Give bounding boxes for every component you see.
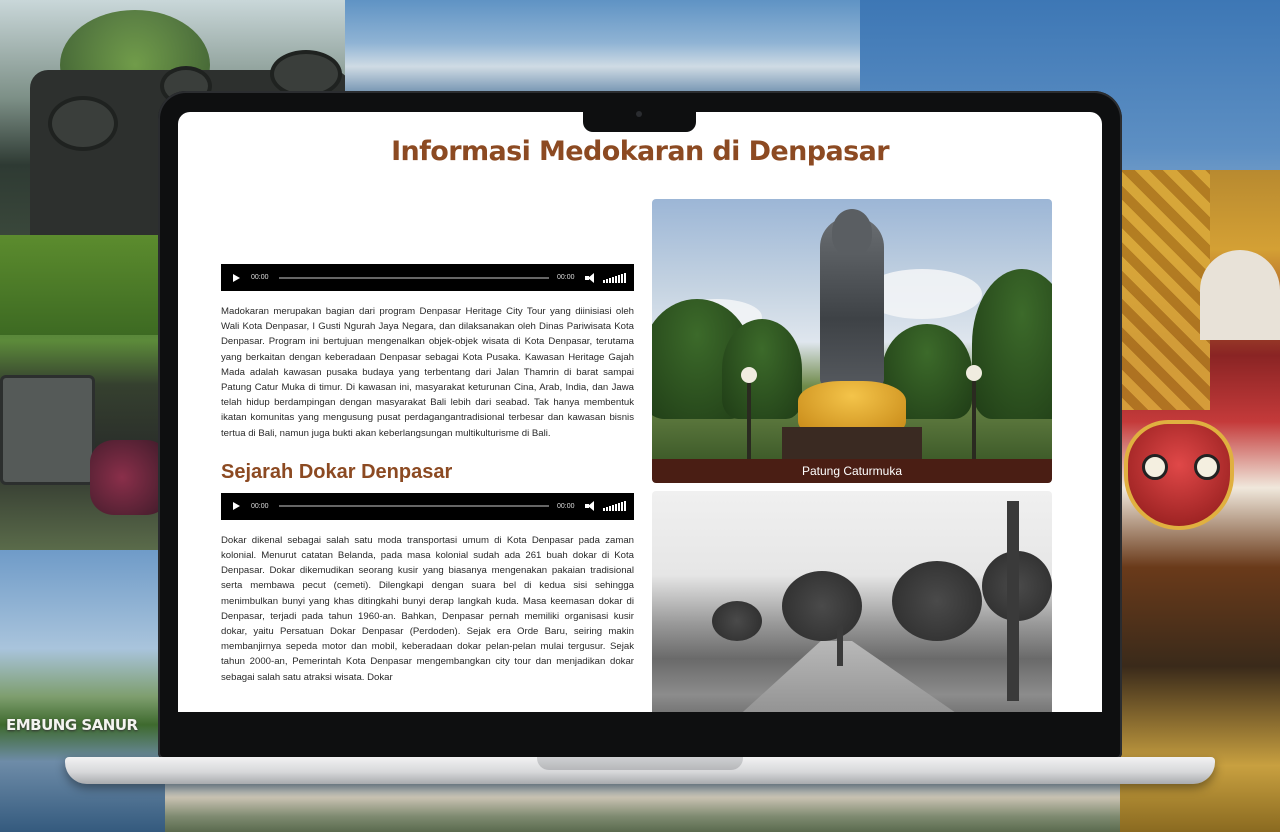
seek-bar[interactable] bbox=[279, 276, 549, 279]
audio-player[interactable]: 00:00 00:00 bbox=[221, 264, 634, 291]
seek-bar[interactable] bbox=[279, 505, 549, 508]
caturmuka-statue-photo bbox=[652, 199, 1052, 459]
image-column: Patung Caturmuka bbox=[652, 199, 1052, 712]
background-tent bbox=[1200, 250, 1280, 340]
tree bbox=[892, 561, 982, 641]
background-lake-photo: EMBUNG SANUR bbox=[0, 550, 165, 832]
background-barong-photo bbox=[1120, 170, 1280, 832]
duration: 00:00 bbox=[557, 274, 575, 281]
current-time: 00:00 bbox=[251, 274, 269, 281]
street bbox=[722, 641, 982, 712]
tree bbox=[782, 571, 862, 641]
intro-paragraph: Madokaran merupakan bagian dari program … bbox=[221, 306, 634, 439]
laptop-base-lip bbox=[537, 757, 743, 770]
tree bbox=[712, 601, 762, 641]
tree-trunk bbox=[1007, 501, 1019, 701]
volume-slider[interactable] bbox=[603, 501, 626, 512]
audio-player[interactable]: 00:00 00:00 bbox=[221, 492, 634, 520]
laptop-screen: Informasi Medokaran di Denpasar 00:00 00… bbox=[178, 112, 1102, 712]
background-gong bbox=[0, 375, 95, 485]
volume-icon[interactable] bbox=[585, 501, 597, 512]
barong-crown bbox=[1120, 170, 1210, 410]
background-ornament bbox=[48, 96, 118, 151]
content-column: 00:00 00:00 Madokaran merupakan bagian d… bbox=[221, 264, 634, 685]
palm-tree bbox=[722, 319, 802, 419]
background-sky-photo bbox=[345, 0, 860, 95]
volume-slider[interactable] bbox=[603, 272, 626, 283]
section-title: Sejarah Dokar Denpasar bbox=[221, 460, 453, 483]
history-paragraph: Dokar dikenal sebagai salah satu moda tr… bbox=[221, 534, 634, 683]
photo-caption: Patung Caturmuka bbox=[652, 459, 1052, 483]
barong-mask bbox=[1124, 420, 1234, 530]
tree-trunk bbox=[837, 626, 843, 666]
volume-icon[interactable] bbox=[585, 272, 597, 283]
palm-tree bbox=[972, 269, 1052, 419]
current-time: 00:00 bbox=[251, 502, 269, 510]
barong-eye bbox=[1142, 454, 1168, 480]
play-icon[interactable] bbox=[233, 502, 240, 511]
camera-icon bbox=[636, 111, 642, 117]
statue-head bbox=[832, 209, 872, 255]
photo-card: Patung Caturmuka bbox=[652, 199, 1052, 483]
page-title: Informasi Medokaran di Denpasar bbox=[391, 136, 889, 167]
background-hedge bbox=[0, 235, 170, 335]
statue-plinth bbox=[782, 427, 922, 459]
golden-lotus-base bbox=[798, 381, 906, 431]
duration: 00:00 bbox=[557, 502, 575, 510]
street-lamp bbox=[741, 367, 757, 459]
historic-street-photo bbox=[652, 491, 1052, 712]
background-signage: EMBUNG SANUR bbox=[6, 716, 138, 734]
barong-eye bbox=[1194, 454, 1220, 480]
play-icon[interactable] bbox=[233, 273, 240, 282]
street-lamp bbox=[966, 365, 982, 459]
